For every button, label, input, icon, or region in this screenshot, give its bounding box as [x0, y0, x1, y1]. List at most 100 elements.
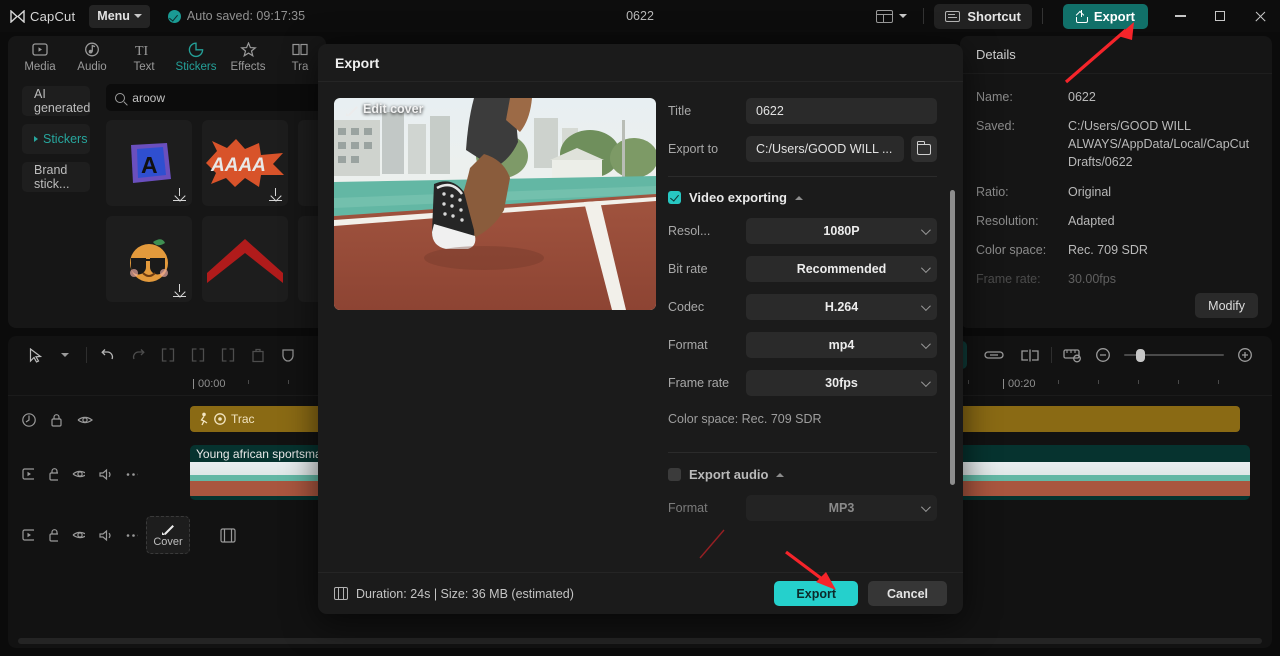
sticker-item-letter-a[interactable]: A [106, 120, 193, 206]
redo-button[interactable] [123, 341, 153, 369]
subnav-brand-stickers[interactable]: Brand stick... [22, 162, 91, 192]
film-icon[interactable] [220, 527, 236, 543]
tab-label: Tra [291, 61, 309, 73]
eye-icon[interactable] [72, 529, 86, 541]
mirror-split-button[interactable] [1015, 341, 1045, 369]
zoom-in-button[interactable] [1230, 341, 1260, 369]
split-button[interactable] [153, 341, 183, 369]
minimize-button[interactable] [1160, 0, 1200, 32]
cover-button[interactable]: Cover [146, 516, 190, 554]
freeze-button[interactable] [273, 341, 303, 369]
bitrate-select[interactable]: Recommended [746, 256, 937, 282]
autosave-label: Auto saved: 09:17:35 [186, 9, 306, 23]
volume-icon[interactable] [99, 468, 111, 481]
cover-label: Cover [153, 536, 183, 548]
chevron-up-icon[interactable] [776, 472, 785, 477]
more-icon[interactable] [126, 533, 138, 538]
video-exporting-section-header[interactable]: Video exporting [668, 190, 937, 205]
edit-cover-button[interactable]: Edit cover [346, 102, 423, 116]
export-path-value: C:/Users/GOOD WILL ... [756, 142, 893, 156]
export-audio-section-header[interactable]: Export audio [668, 467, 937, 482]
more-icon[interactable] [126, 472, 138, 477]
link-button[interactable] [979, 341, 1009, 369]
tab-effects[interactable]: Effects [222, 41, 274, 73]
cancel-button[interactable]: Cancel [868, 581, 947, 606]
tab-stickers[interactable]: Stickers [170, 41, 222, 73]
video-icon[interactable] [22, 529, 34, 541]
setting-row-codec: Codec H.264 [668, 294, 937, 320]
tab-media[interactable]: Media [14, 41, 66, 73]
duration-text: Duration: 24s | Size: 36 MB (estimated) [356, 586, 574, 601]
menu-button[interactable]: Menu [89, 4, 150, 28]
lock-icon[interactable] [50, 413, 63, 427]
shortcut-button[interactable]: Shortcut [934, 3, 1032, 29]
zoom-out-button[interactable] [1088, 341, 1118, 369]
subnav-ai-generated[interactable]: AI generated [22, 86, 90, 116]
audio-format-value: MP3 [828, 501, 855, 515]
divider [1051, 347, 1052, 363]
clock-icon[interactable] [22, 412, 36, 427]
sticker-item-orange-sunglasses[interactable] [106, 216, 193, 302]
video-icon[interactable] [22, 468, 34, 480]
framerate-select[interactable]: 30fps [746, 370, 937, 396]
eye-icon[interactable] [72, 468, 86, 480]
format-select[interactable]: mp4 [746, 332, 937, 358]
codec-select[interactable]: H.264 [746, 294, 937, 320]
audio-format-select[interactable]: MP3 [746, 495, 937, 521]
export-settings-scrollbar[interactable] [950, 190, 955, 485]
timeline-horizontal-scrollbar[interactable] [18, 638, 1262, 644]
title-input[interactable]: 0622 [746, 98, 937, 124]
transition-icon [292, 41, 308, 58]
lock-icon[interactable] [48, 467, 59, 481]
select-tool-button[interactable] [20, 341, 50, 369]
export-dialog-title: Export [318, 44, 963, 82]
zoom-slider[interactable] [1124, 348, 1224, 362]
divider [1041, 8, 1043, 24]
browse-folder-button[interactable] [911, 136, 937, 162]
subnav-stickers[interactable]: Stickers [22, 124, 91, 154]
modify-button[interactable]: Modify [1195, 293, 1258, 318]
shortcut-label: Shortcut [967, 8, 1021, 24]
details-panel-header: Details [960, 36, 1272, 74]
trim-right-button[interactable] [213, 341, 243, 369]
close-button[interactable] [1240, 0, 1280, 32]
sticker-item-red-chevron-arrow[interactable] [202, 216, 289, 302]
search-input[interactable]: aroow [106, 84, 326, 111]
undo-button[interactable] [93, 341, 123, 369]
cover-preview[interactable]: Edit cover [334, 98, 656, 310]
lock-icon[interactable] [48, 528, 59, 542]
export-dialog: Export Edit cover Title 0622 Export to C… [318, 44, 963, 614]
layout-ratio-button[interactable] [870, 6, 913, 27]
chevron-up-icon[interactable] [795, 195, 803, 200]
download-icon[interactable] [173, 188, 187, 201]
download-icon[interactable] [173, 284, 187, 297]
maximize-button[interactable] [1200, 0, 1240, 32]
video-exporting-checkbox[interactable] [668, 191, 681, 204]
tool-dropdown-button[interactable] [50, 341, 80, 369]
trim-left-button[interactable] [183, 341, 213, 369]
delete-button[interactable] [243, 341, 273, 369]
ruler-label-1: 00:20 [1003, 378, 1036, 390]
app-brand-label: CapCut [30, 8, 76, 24]
tab-text[interactable]: TI Text [118, 41, 170, 74]
tab-audio[interactable]: Audio [66, 41, 118, 73]
resolution-select[interactable]: 1080P [746, 218, 937, 244]
volume-icon[interactable] [99, 529, 111, 542]
sticker-item-aaaa-burst[interactable]: AAAA [202, 120, 289, 206]
chevron-right-icon [34, 136, 38, 142]
subnav-label: AI generated [34, 87, 91, 115]
details-key: Frame rate: [976, 271, 1041, 286]
audio-format-label: Format [668, 501, 708, 515]
export-confirm-button[interactable]: Export [774, 581, 858, 606]
download-icon[interactable] [269, 188, 283, 201]
snap-ruler-button[interactable] [1058, 341, 1088, 369]
zoom-slider-handle[interactable] [1136, 348, 1145, 362]
sticker-grid-area: aroow A AAAA [100, 78, 326, 328]
sticker-grid: A AAAA [106, 120, 326, 302]
export-path-input[interactable]: C:/Users/GOOD WILL ... [746, 136, 904, 162]
export-audio-checkbox[interactable] [668, 468, 681, 481]
details-row-ratio: Ratio: Original [976, 183, 1256, 201]
export-button-titlebar[interactable]: Export [1062, 3, 1148, 29]
eye-icon[interactable] [77, 414, 93, 426]
title-bar: CapCut Menu Auto saved: 09:17:35 0622 Sh… [0, 0, 1280, 32]
